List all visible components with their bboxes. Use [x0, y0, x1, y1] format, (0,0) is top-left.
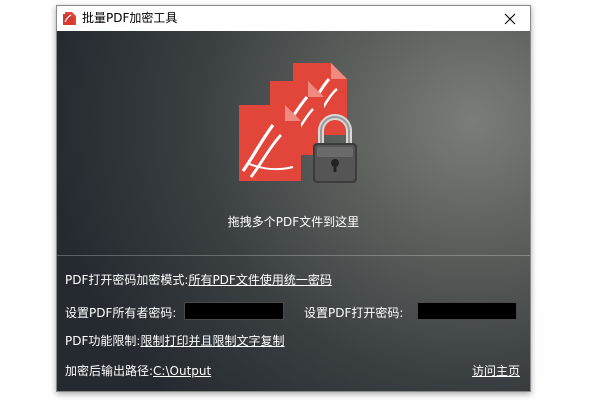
homepage-link[interactable]: 访问主页 [472, 364, 520, 378]
close-icon [504, 13, 516, 24]
title-bar[interactable]: 批量PDF加密工具 [57, 6, 530, 31]
open-password-field[interactable] [417, 302, 517, 320]
app-window: 批量PDF加密工具 拖拽多个PDF文件到这里 PDF打开密码加密模式:所有PDF… [56, 5, 531, 392]
output-path-link[interactable]: C:\Output [153, 364, 211, 378]
output-path-label: 加密后输出路径: [65, 364, 154, 378]
pdf-app-icon [63, 12, 76, 25]
output-path-row: 加密后输出路径:C:\Output [65, 362, 211, 379]
close-button[interactable] [490, 6, 530, 31]
homepage-row: 访问主页 [472, 362, 520, 379]
owner-password-field[interactable] [184, 302, 284, 320]
encrypt-mode-row: PDF打开密码加密模式:所有PDF文件使用统一密码 [65, 271, 332, 288]
main-panel: 拖拽多个PDF文件到这里 PDF打开密码加密模式:所有PDF文件使用统一密码 设… [57, 31, 530, 391]
drop-hint-text: 拖拽多个PDF文件到这里 [227, 215, 360, 229]
owner-password-label: 设置PDF所有者密码: [65, 306, 177, 320]
encrypt-mode-link[interactable]: 所有PDF文件使用统一密码 [188, 273, 331, 287]
drop-zone[interactable]: 拖拽多个PDF文件到这里 [57, 31, 530, 255]
divider [57, 255, 530, 256]
open-password-label: 设置PDF打开密码: [304, 306, 404, 320]
window-title: 批量PDF加密工具 [82, 11, 178, 25]
restrict-label: PDF功能限制: [65, 334, 141, 348]
restrict-row: PDF功能限制:限制打印并且限制文字复制 [65, 332, 284, 349]
restrict-link[interactable]: 限制打印并且限制文字复制 [140, 334, 284, 348]
pdf-file-icon [239, 105, 301, 181]
pdf-lock-graphic [239, 63, 357, 183]
encrypt-mode-label: PDF打开密码加密模式: [65, 273, 189, 287]
